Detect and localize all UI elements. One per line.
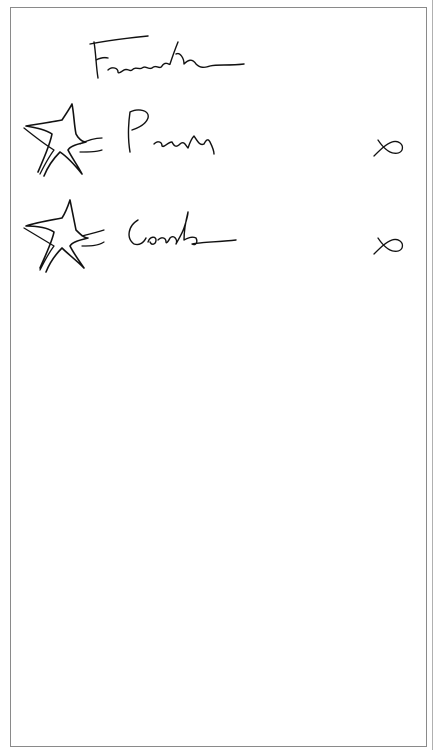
favorite-item-paris[interactable]: Paris: [14, 100, 424, 180]
star-icon: [23, 199, 105, 273]
frame-right-border: [426, 7, 427, 747]
star-icon: [23, 103, 103, 177]
frame-top-border: [10, 7, 426, 8]
page-title-text: Favourites: [0, 0, 1, 1]
favorite-label-handwriting: [128, 211, 237, 246]
favorite-item-london[interactable]: London: [14, 196, 424, 276]
remove-icon[interactable]: [370, 230, 410, 256]
favorite-label: London: [14, 196, 15, 197]
remove-icon[interactable]: [370, 134, 410, 160]
title-handwriting: [89, 35, 245, 79]
frame-left-border: [10, 7, 11, 747]
favorites-screen: Favourites Paris London: [0, 0, 436, 750]
frame-bottom-border: [10, 746, 427, 747]
favorite-label-handwriting: [127, 109, 215, 155]
window-edge: [432, 0, 433, 750]
favorite-label: Paris: [14, 100, 15, 101]
